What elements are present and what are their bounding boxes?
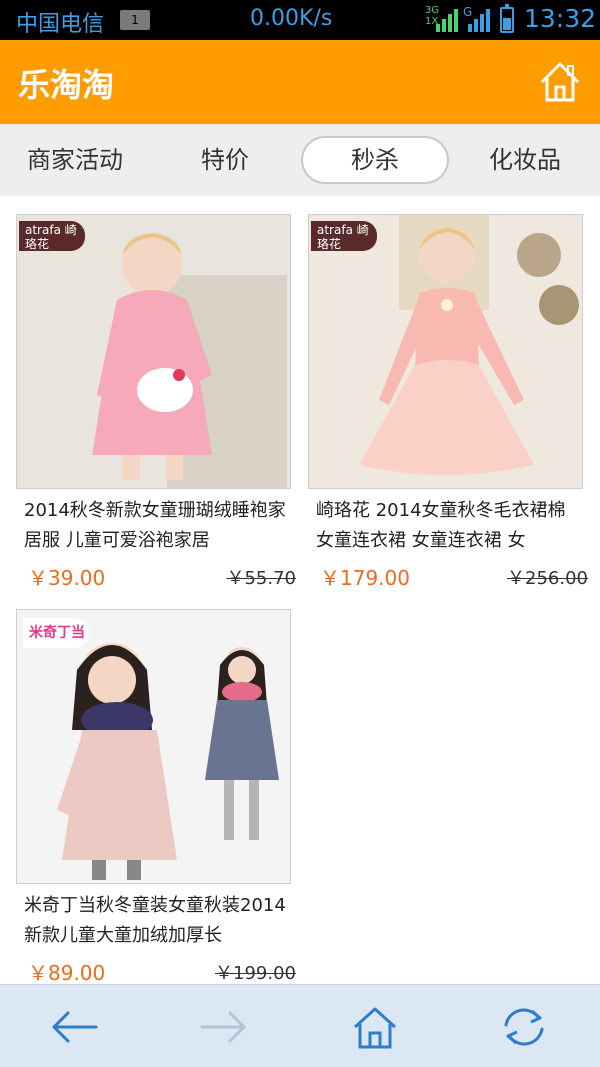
product-original-price: ￥55.70 bbox=[226, 568, 296, 589]
carrier-name: 中国电信 bbox=[16, 12, 105, 37]
product-image[interactable]: atrafa 崎珞花 bbox=[16, 214, 291, 489]
tab-cosmetics[interactable]: 化妆品 bbox=[460, 136, 590, 184]
tab-merchant-activity[interactable]: 商家活动 bbox=[10, 136, 140, 184]
home-icon[interactable] bbox=[536, 58, 584, 106]
product-card[interactable]: atrafa 崎珞花 崎珞花 2014女童秋冬毛衣裙棉 女童连衣裙 女童连衣裙 … bbox=[308, 214, 598, 594]
clock: 13:32 bbox=[524, 4, 597, 33]
forward-arrow-icon[interactable] bbox=[198, 1003, 250, 1051]
category-tabs: 商家活动 特价 秒杀 化妆品 bbox=[0, 124, 600, 196]
product-price: ￥89.00 bbox=[28, 961, 106, 984]
refresh-icon[interactable] bbox=[498, 1003, 550, 1051]
tab-special-price[interactable]: 特价 bbox=[160, 136, 290, 184]
product-photo bbox=[17, 215, 290, 488]
tab-flash-sale[interactable]: 秒杀 bbox=[301, 136, 449, 184]
product-image[interactable]: atrafa 崎珞花 bbox=[308, 214, 583, 489]
product-price: ￥39.00 bbox=[28, 566, 106, 590]
sim-badge: 1 bbox=[120, 10, 150, 30]
brand-logo: 米奇丁当 bbox=[23, 618, 89, 648]
brand-logo: atrafa 崎珞花 bbox=[311, 221, 377, 251]
status-bar: 中国电信 1 0.00K/s 3G 1X G 13:32 bbox=[0, 0, 600, 40]
back-arrow-icon[interactable] bbox=[48, 1003, 100, 1051]
product-original-price: ￥199.00 bbox=[215, 963, 296, 984]
product-photo bbox=[309, 215, 582, 488]
product-name[interactable]: 米奇丁当秋冬童装女童秋装2014新款儿童大童加绒加厚长 bbox=[24, 891, 294, 951]
product-price: ￥179.00 bbox=[320, 566, 410, 590]
product-name[interactable]: 2014秋冬新款女童珊瑚绒睡袍家居服 儿童可爱浴袍家居 bbox=[24, 496, 294, 556]
network-speed: 0.00K/s bbox=[250, 6, 333, 31]
product-grid: atrafa 崎珞花 2014秋冬新款女童珊瑚绒睡袍家居服 儿童可爱浴袍家居 ￥… bbox=[0, 196, 600, 984]
brand-logo: atrafa 崎珞花 bbox=[19, 221, 85, 251]
app-header: 乐淘淘 bbox=[0, 40, 600, 124]
signal-icon bbox=[436, 9, 458, 32]
product-card[interactable]: 米奇丁当 米奇丁当秋冬童装女童秋装2014新款儿童大童加绒加厚长 ￥89.00 … bbox=[16, 609, 306, 984]
product-card[interactable]: atrafa 崎珞花 2014秋冬新款女童珊瑚绒睡袍家居服 儿童可爱浴袍家居 ￥… bbox=[16, 214, 306, 594]
product-name[interactable]: 崎珞花 2014女童秋冬毛衣裙棉 女童连衣裙 女童连衣裙 女 bbox=[316, 496, 586, 556]
product-original-price: ￥256.00 bbox=[507, 568, 588, 589]
battery-icon bbox=[500, 4, 514, 33]
product-image[interactable]: 米奇丁当 bbox=[16, 609, 291, 884]
home-icon[interactable] bbox=[349, 1003, 401, 1051]
bottom-nav-bar bbox=[0, 984, 600, 1067]
product-photo bbox=[17, 610, 290, 883]
signal-strength-icon bbox=[468, 9, 490, 32]
app-title: 乐淘淘 bbox=[18, 66, 115, 104]
